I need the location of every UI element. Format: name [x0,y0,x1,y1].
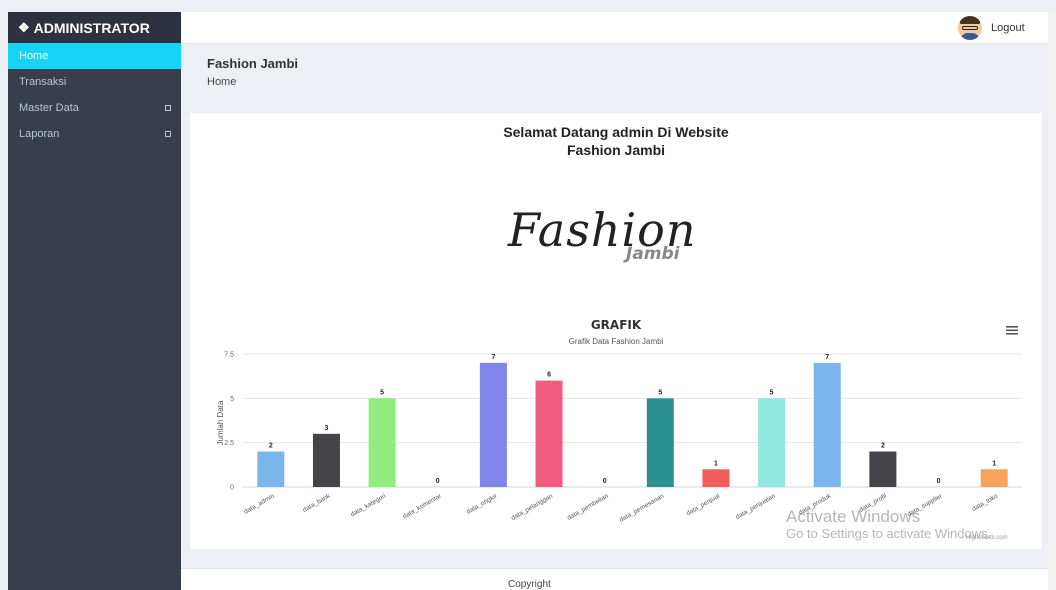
data-label: 5 [770,389,774,396]
bar[interactable] [813,362,841,487]
data-label: 1 [992,460,996,467]
chart-title: GRAFIK [591,318,642,332]
bar[interactable] [646,398,674,487]
footer: Copyright [181,568,1048,590]
jambi-logo-text: Jambi [626,244,680,264]
x-tick-label: data_toko [971,492,1000,513]
x-tick-label: data_penjualan [735,492,777,520]
bar[interactable] [479,362,507,487]
sidebar-item-label: Transaksi [19,76,67,88]
bar[interactable] [702,469,730,487]
data-label: 7 [491,354,495,361]
windows-activation-title: Activate Windows [786,507,921,526]
avatar-glasses [962,26,978,30]
sidebar-item-home[interactable]: Home [8,43,181,69]
y-tick-label: 0 [230,485,234,492]
data-label: 2 [269,443,273,450]
x-tick-label: data_komentar [402,492,444,520]
y-axis-label: Jumlah Data [216,400,225,445]
welcome-message: Selamat Datang admin Di Website Fashion … [190,123,1042,159]
x-tick-label: data_pembelian [566,492,610,521]
x-tick-label: data_pemesanan [618,492,665,523]
chart-subtitle: Grafik Data Fashion Jambi [569,337,664,346]
copyright-text: Copyright [508,579,551,590]
welcome-line-2: Fashion Jambi [566,142,666,158]
sidebar: ❖ ADMINISTRATOR Home Transaksi Master Da… [8,12,181,590]
chart-credits[interactable]: Highcharts.com [966,535,1008,541]
bar[interactable] [368,398,396,487]
x-tick-label: data_bank [302,492,332,514]
x-tick-label: data_ongkir [465,492,499,515]
main-content-box: Selamat Datang admin Di Website Fashion … [190,113,1042,549]
bar[interactable] [869,451,897,487]
data-label: 1 [714,460,718,467]
x-tick-label: data_admin [243,492,276,515]
sidebar-item-label: Master Data [19,102,79,114]
brand-logo-icon: ❖ [18,19,30,35]
breadcrumb[interactable]: Home [207,76,236,88]
data-label: 2 [881,443,885,450]
data-label: 3 [325,425,329,432]
bar[interactable] [758,398,786,487]
bar[interactable] [980,469,1008,487]
windows-activation-text: Go to Settings to activate Windows. [786,526,992,541]
bar[interactable] [312,433,340,487]
brand[interactable]: ❖ ADMINISTRATOR [8,12,181,43]
user-avatar-icon[interactable] [958,16,982,40]
chart-bars [257,362,1008,487]
y-axis-ticks: 0 2.5 5 7.5 [224,352,234,492]
sidebar-item-laporan[interactable]: Laporan [8,121,181,147]
data-label: 0 [937,478,941,485]
x-tick-label: data_penjual [685,492,721,517]
data-label: 0 [603,478,607,485]
expand-icon [165,105,171,111]
chart-menu-icon[interactable] [1006,326,1018,335]
x-tick-label: data_pelanggan [510,492,554,522]
avatar-hair [960,16,980,24]
sidebar-item-label: Laporan [19,128,60,140]
x-tick-label: data_kategori [349,493,387,519]
welcome-line-1: Selamat Datang admin Di Website [503,124,729,140]
brand-label: ADMINISTRATOR [33,19,150,36]
logout-link[interactable]: Logout [991,22,1025,34]
top-navbar: Logout [181,12,1048,44]
data-label: 0 [436,478,440,485]
expand-icon [165,131,171,137]
page-title: Fashion Jambi [207,56,299,71]
y-tick-label: 7.5 [224,352,234,359]
avatar-body [960,33,980,40]
data-label: 5 [380,389,384,396]
bar[interactable] [257,451,285,487]
data-label: 7 [825,354,829,361]
y-tick-label: 5 [230,396,234,403]
chart-grid [243,353,1022,488]
sidebar-item-transaksi[interactable]: Transaksi [8,69,181,95]
data-label: 5 [658,389,662,396]
bar[interactable] [535,380,563,487]
data-label: 6 [547,372,551,379]
sidebar-item-label: Home [19,50,49,62]
page-scrollbar[interactable] [1048,12,1056,590]
sidebar-item-master-data[interactable]: Master Data [8,95,181,121]
y-tick-label: 2.5 [224,440,234,447]
